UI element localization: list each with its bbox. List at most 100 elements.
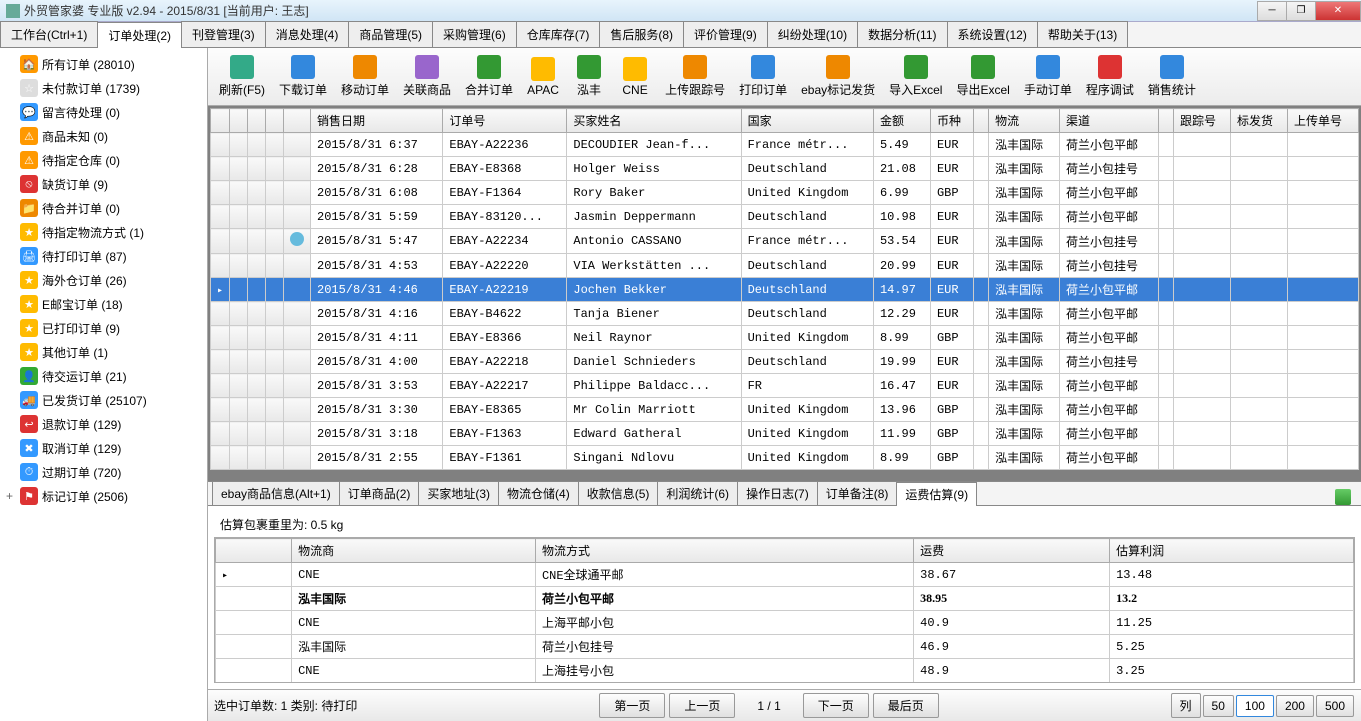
page-size-button[interactable]: 50 bbox=[1203, 695, 1234, 717]
table-row[interactable]: CNE上海挂号小包48.93.25 bbox=[216, 659, 1354, 683]
sidebar-item[interactable]: ⚠商品未知 (0) bbox=[0, 124, 207, 148]
table-row[interactable]: 2015/8/31 4:11EBAY-E8366Neil RaynorUnite… bbox=[211, 326, 1359, 350]
order-grid-wrap[interactable]: 销售日期订单号买家姓名国家金额币种物流渠道跟踪号标发货上传单号2015/8/31… bbox=[208, 106, 1361, 481]
toolbar-button[interactable]: 导入Excel bbox=[883, 51, 948, 103]
sidebar-item[interactable]: 🖨待打印订单 (87) bbox=[0, 244, 207, 268]
sidebar-item[interactable]: 👤待交运订单 (21) bbox=[0, 364, 207, 388]
column-header[interactable]: 买家姓名 bbox=[567, 109, 741, 133]
sidebar-item[interactable]: ★已打印订单 (9) bbox=[0, 316, 207, 340]
toolbar-button[interactable]: 打印订单 bbox=[733, 51, 793, 103]
column-header[interactable]: 物流方式 bbox=[535, 539, 913, 563]
column-header[interactable]: 标发货 bbox=[1230, 109, 1287, 133]
detail-tab[interactable]: 订单商品(2) bbox=[339, 481, 420, 505]
column-header[interactable] bbox=[230, 109, 248, 133]
table-row[interactable]: 2015/8/31 5:59EBAY-83120...Jasmin Depper… bbox=[211, 205, 1359, 229]
main-tab[interactable]: 帮助关于(13) bbox=[1037, 21, 1128, 47]
sidebar-item[interactable]: ⦸缺货订单 (9) bbox=[0, 172, 207, 196]
column-header[interactable] bbox=[973, 109, 988, 133]
sidebar-item[interactable]: 💬留言待处理 (0) bbox=[0, 100, 207, 124]
main-tab[interactable]: 订单处理(2) bbox=[97, 22, 182, 48]
table-row[interactable]: CNE上海平邮小包40.911.25 bbox=[216, 611, 1354, 635]
column-header[interactable]: 跟踪号 bbox=[1173, 109, 1230, 133]
table-row[interactable]: 2015/8/31 4:16EBAY-B4622Tanja BienerDeut… bbox=[211, 302, 1359, 326]
column-header[interactable]: 金额 bbox=[873, 109, 930, 133]
main-tab[interactable]: 刊登管理(3) bbox=[181, 21, 266, 47]
column-header[interactable] bbox=[1158, 109, 1173, 133]
first-page-button[interactable]: 第一页 bbox=[599, 693, 665, 718]
main-tab[interactable]: 售后服务(8) bbox=[599, 21, 684, 47]
column-header[interactable]: 上传单号 bbox=[1287, 109, 1358, 133]
column-header[interactable] bbox=[266, 109, 284, 133]
column-header[interactable] bbox=[216, 539, 292, 563]
toolbar-button[interactable]: 导出Excel bbox=[950, 51, 1015, 103]
column-header[interactable]: 销售日期 bbox=[311, 109, 443, 133]
column-header[interactable]: 渠道 bbox=[1060, 109, 1159, 133]
detail-tab[interactable]: ebay商品信息(Alt+1) bbox=[212, 481, 340, 505]
table-row[interactable]: 泓丰国际荷兰小包挂号46.95.25 bbox=[216, 635, 1354, 659]
column-header[interactable]: 物流商 bbox=[292, 539, 536, 563]
sidebar-item[interactable]: ★海外仓订单 (26) bbox=[0, 268, 207, 292]
table-row[interactable]: CNECNE全球通挂号49.772.38 bbox=[216, 683, 1354, 684]
table-row[interactable]: 2015/8/31 5:47EBAY-A22234Antonio CASSANO… bbox=[211, 229, 1359, 254]
toolbar-button[interactable]: 销售统计 bbox=[1142, 51, 1202, 103]
table-row[interactable]: 2015/8/31 3:53EBAY-A22217Philippe Baldac… bbox=[211, 374, 1359, 398]
page-size-button[interactable]: 200 bbox=[1276, 695, 1314, 717]
prev-page-button[interactable]: 上一页 bbox=[669, 693, 735, 718]
main-tab[interactable]: 消息处理(4) bbox=[265, 21, 350, 47]
table-row[interactable]: 2015/8/31 6:28EBAY-E8368Holger WeissDeut… bbox=[211, 157, 1359, 181]
toolbar-button[interactable]: 合并订单 bbox=[459, 51, 519, 103]
detail-tab[interactable]: 利润统计(6) bbox=[657, 481, 738, 505]
main-tab[interactable]: 采购管理(6) bbox=[432, 21, 517, 47]
close-button[interactable]: ✕ bbox=[1315, 1, 1361, 21]
sidebar-item[interactable]: ↩退款订单 (129) bbox=[0, 412, 207, 436]
detail-tab[interactable]: 订单备注(8) bbox=[817, 481, 898, 505]
main-tab[interactable]: 仓库库存(7) bbox=[516, 21, 601, 47]
column-header[interactable]: 国家 bbox=[741, 109, 873, 133]
table-row[interactable]: 2015/8/31 6:37EBAY-A22236DECOUDIER Jean-… bbox=[211, 133, 1359, 157]
page-size-button[interactable]: 500 bbox=[1316, 695, 1354, 717]
minimize-button[interactable]: ─ bbox=[1257, 1, 1287, 21]
detail-tab[interactable]: 操作日志(7) bbox=[737, 481, 818, 505]
column-header[interactable]: 订单号 bbox=[443, 109, 567, 133]
shipping-grid-wrap[interactable]: 物流商物流方式运费估算利润CNECNE全球通平邮38.6713.48泓丰国际荷兰… bbox=[214, 537, 1355, 683]
toolbar-button[interactable]: 刷新(F5) bbox=[213, 51, 271, 103]
sidebar-item[interactable]: +⚑标记订单 (2506) bbox=[0, 484, 207, 508]
toolbar-button[interactable]: 下载订单 bbox=[273, 51, 333, 103]
toolbar-button[interactable]: ebay标记发货 bbox=[795, 51, 881, 103]
toolbar-button[interactable]: 移动订单 bbox=[335, 51, 395, 103]
main-tab[interactable]: 工作台(Ctrl+1) bbox=[0, 21, 98, 47]
column-header[interactable] bbox=[284, 109, 311, 133]
detail-tab[interactable]: 运费估算(9) bbox=[896, 482, 977, 506]
expand-icon[interactable]: + bbox=[6, 489, 13, 503]
table-row[interactable]: 2015/8/31 2:55EBAY-F1361Singani NdlovuUn… bbox=[211, 446, 1359, 470]
table-row[interactable]: 泓丰国际荷兰小包平邮38.9513.2 bbox=[216, 587, 1354, 611]
sidebar-item[interactable]: ⏱过期订单 (720) bbox=[0, 460, 207, 484]
sidebar-item[interactable]: ☆未付款订单 (1739) bbox=[0, 76, 207, 100]
toolbar-button[interactable]: 手动订单 bbox=[1018, 51, 1078, 103]
toolbar-button[interactable]: CNE bbox=[613, 51, 657, 103]
main-tab[interactable]: 系统设置(12) bbox=[947, 21, 1038, 47]
maximize-button[interactable]: ❐ bbox=[1286, 1, 1316, 21]
main-tab[interactable]: 商品管理(5) bbox=[348, 21, 433, 47]
sidebar-item[interactable]: ✖取消订单 (129) bbox=[0, 436, 207, 460]
column-header[interactable]: 币种 bbox=[930, 109, 973, 133]
sidebar-item[interactable]: 📁待合并订单 (0) bbox=[0, 196, 207, 220]
detail-tab[interactable]: 物流仓储(4) bbox=[498, 481, 579, 505]
last-page-button[interactable]: 最后页 bbox=[873, 693, 939, 718]
detail-tab[interactable]: 买家地址(3) bbox=[418, 481, 499, 505]
column-header[interactable] bbox=[211, 109, 230, 133]
toolbar-button[interactable]: 关联商品 bbox=[397, 51, 457, 103]
toolbar-button[interactable]: 泓丰 bbox=[567, 51, 611, 103]
book-icon[interactable] bbox=[1335, 489, 1351, 505]
sidebar-item[interactable]: 🏠所有订单 (28010) bbox=[0, 52, 207, 76]
table-row[interactable]: CNECNE全球通平邮38.6713.48 bbox=[216, 563, 1354, 587]
page-size-button[interactable]: 列 bbox=[1171, 693, 1201, 718]
column-header[interactable]: 物流 bbox=[989, 109, 1060, 133]
column-header[interactable]: 运费 bbox=[914, 539, 1110, 563]
table-row[interactable]: 2015/8/31 4:46EBAY-A22219Jochen BekkerDe… bbox=[211, 278, 1359, 302]
table-row[interactable]: 2015/8/31 6:08EBAY-F1364Rory BakerUnited… bbox=[211, 181, 1359, 205]
page-size-button[interactable]: 100 bbox=[1236, 695, 1274, 717]
detail-tab[interactable]: 收款信息(5) bbox=[578, 481, 659, 505]
sidebar-item[interactable]: 🚚已发货订单 (25107) bbox=[0, 388, 207, 412]
table-row[interactable]: 2015/8/31 3:30EBAY-E8365Mr Colin Marriot… bbox=[211, 398, 1359, 422]
